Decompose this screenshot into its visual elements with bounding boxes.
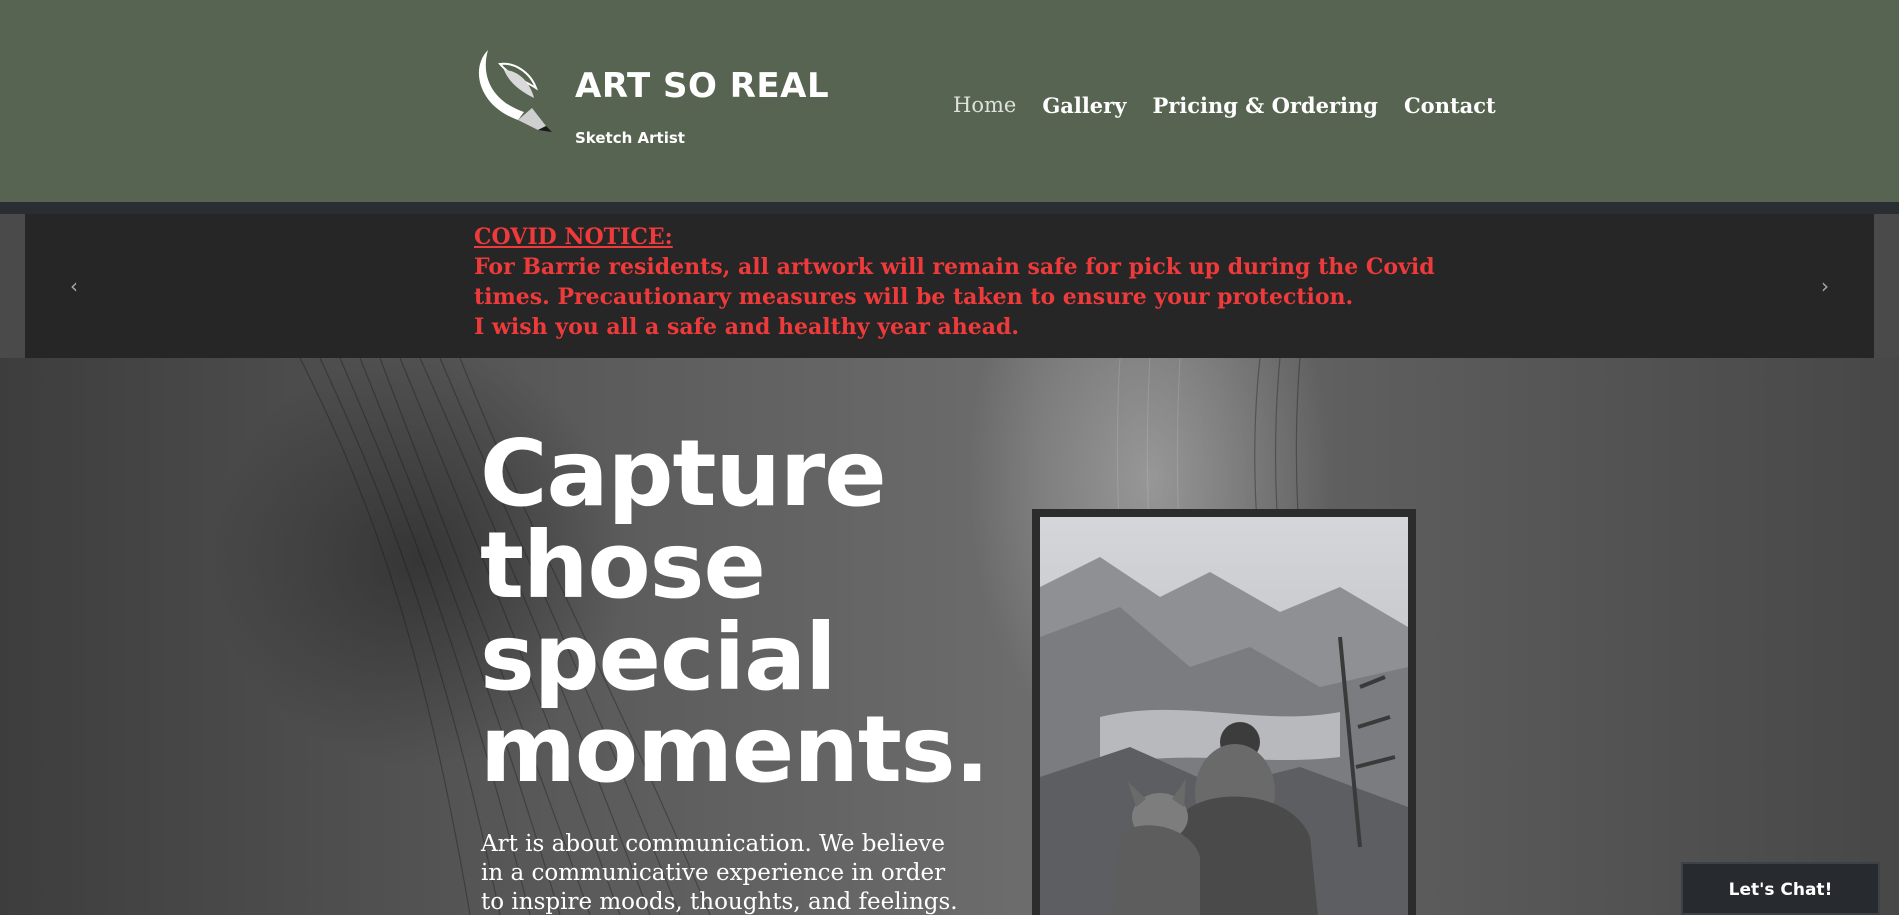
nav-item-home[interactable]: Home [940, 93, 1029, 118]
featured-artwork-frame[interactable] [1032, 509, 1416, 915]
brand-title[interactable]: ART SO REAL [575, 66, 829, 106]
quill-pencil-icon[interactable] [474, 48, 566, 134]
notice-line-1: For Barrie residents, all artwork will r… [474, 254, 1435, 310]
lets-chat-button[interactable]: Let's Chat! [1681, 862, 1880, 915]
brand-subtitle: Sketch Artist [575, 129, 685, 147]
headline-line: those [480, 512, 766, 619]
covid-notice-banner: ‹ › COVID NOTICE: For Barrie residents, … [25, 214, 1874, 358]
hero-headline: Capture those special moments. [480, 428, 1040, 796]
featured-artwork-image [1040, 517, 1408, 915]
headline-line: moments. [480, 696, 990, 803]
notice-title: COVID NOTICE: [474, 224, 673, 250]
nav-item-pricing-ordering[interactable]: Pricing & Ordering [1139, 93, 1391, 118]
headline-line: Capture [480, 420, 887, 527]
notice-line-2: I wish you all a safe and healthy year a… [474, 314, 1020, 340]
covid-notice-text: COVID NOTICE: For Barrie residents, all … [474, 222, 1474, 342]
hero-body-text: Art is about communication. We believe i… [481, 831, 958, 915]
site-header: ART SO REAL Sketch Artist Home Gallery P… [0, 0, 1899, 202]
chevron-right-icon[interactable]: › [1815, 276, 1835, 296]
nav-item-gallery[interactable]: Gallery [1029, 93, 1139, 118]
header-divider [0, 202, 1899, 214]
headline-line: special [480, 604, 837, 711]
chevron-left-icon[interactable]: ‹ [64, 276, 84, 296]
nav-item-contact[interactable]: Contact [1391, 93, 1509, 118]
main-nav: Home Gallery Pricing & Ordering Contact [940, 93, 1509, 118]
hero-section: Capture those special moments. Art is ab… [0, 358, 1899, 915]
